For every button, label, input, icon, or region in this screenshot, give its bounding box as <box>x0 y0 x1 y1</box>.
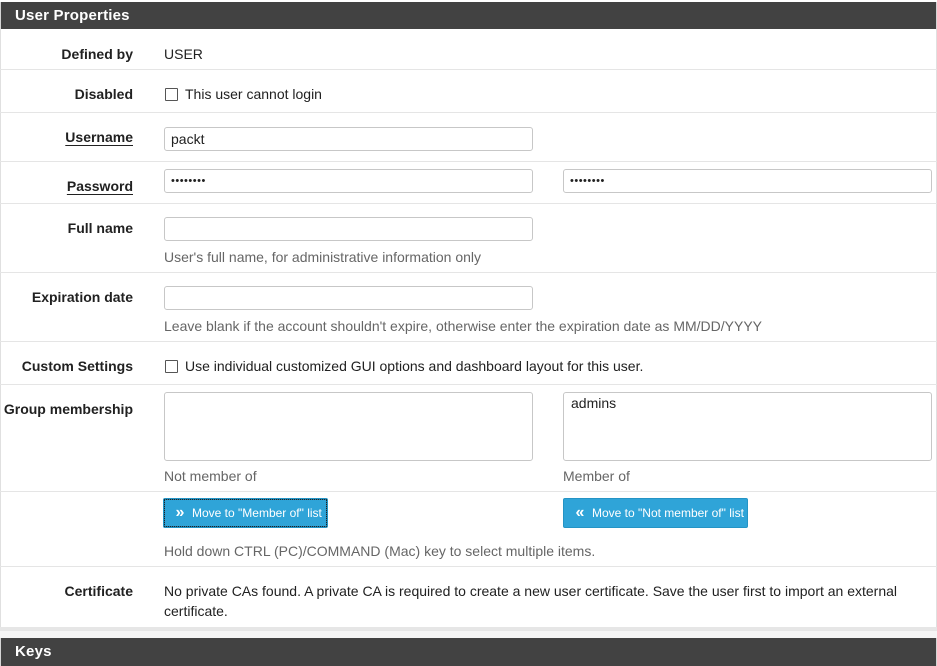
move-to-member-button[interactable]: » Move to "Member of" list <box>163 498 328 528</box>
password-label: Password <box>66 178 133 194</box>
expiration-row: Expiration date Leave blank if the accou… <box>0 273 937 342</box>
password-confirm-input[interactable]: •••••••• <box>563 169 932 193</box>
full-name-help: User's full name, for administrative inf… <box>164 249 482 265</box>
full-name-input[interactable] <box>164 217 533 241</box>
defined-by-label: Defined by <box>61 46 133 62</box>
defined-by-value: USER <box>164 46 203 62</box>
custom-settings-label: Custom Settings <box>21 358 133 374</box>
keys-heading: Keys <box>0 638 937 666</box>
group-move-row: Hold down CTRL (PC)/COMMAND (Mac) key to… <box>0 492 937 567</box>
full-name-row: Full name User's full name, for administ… <box>0 204 937 273</box>
double-chevron-left-icon: « <box>575 504 585 521</box>
member-of-option[interactable]: admins <box>571 394 924 412</box>
username-row: Username <box>0 113 937 162</box>
not-member-of-caption: Not member of <box>164 468 257 484</box>
disabled-row: Disabled This user cannot login <box>0 70 937 113</box>
certificate-text: No private CAs found. A private CA is re… <box>164 583 898 619</box>
user-properties-heading: User Properties <box>0 2 937 29</box>
member-of-caption: Member of <box>563 468 630 484</box>
expiration-input[interactable] <box>164 286 533 310</box>
defined-by-row: Defined by USER <box>0 29 937 70</box>
custom-settings-row: Custom Settings Use individual customize… <box>0 342 937 385</box>
multi-select-help: Hold down CTRL (PC)/COMMAND (Mac) key to… <box>164 543 596 559</box>
custom-settings-checkbox[interactable] <box>165 360 178 373</box>
certificate-label: Certificate <box>64 583 133 599</box>
full-name-label: Full name <box>67 220 133 236</box>
move-to-not-member-label: Move to "Not member of" list <box>592 506 744 520</box>
username-label: Username <box>65 129 133 145</box>
disabled-checkbox[interactable] <box>165 88 178 101</box>
expiration-help: Leave blank if the account shouldn't exp… <box>164 318 763 334</box>
not-member-of-listbox[interactable] <box>164 392 533 461</box>
double-chevron-right-icon: » <box>175 504 185 521</box>
group-membership-label: Group membership <box>3 401 133 417</box>
group-membership-row: Group membership admins Not member of Me… <box>0 385 937 492</box>
disabled-label: Disabled <box>74 86 133 102</box>
member-of-listbox[interactable]: admins <box>563 392 932 461</box>
disabled-checkbox-label[interactable]: This user cannot login <box>185 86 322 102</box>
expiration-label: Expiration date <box>31 289 133 305</box>
custom-settings-checkbox-label[interactable]: Use individual customized GUI options an… <box>185 358 643 374</box>
password-row: Password •••••••• •••••••• <box>0 162 937 204</box>
panel-separator <box>0 627 937 638</box>
move-to-not-member-button[interactable]: « Move to "Not member of" list <box>563 498 748 528</box>
move-to-member-label: Move to "Member of" list <box>192 506 322 520</box>
username-input[interactable] <box>164 127 533 151</box>
password-input[interactable]: •••••••• <box>164 169 533 193</box>
